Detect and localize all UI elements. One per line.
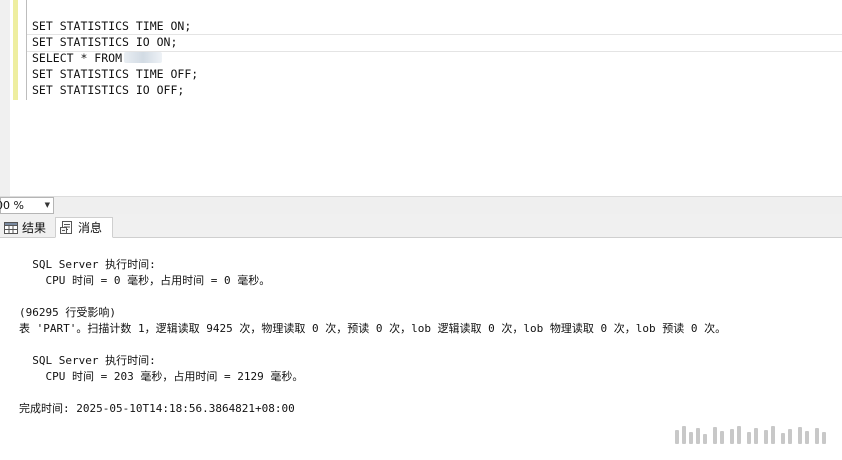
message-line: CPU 时间 = 203 毫秒，占用时间 = 2129 毫秒。 (19, 370, 304, 383)
chevron-down-icon[interactable]: ▼ (45, 199, 50, 212)
tab-label: 消息 (78, 221, 103, 235)
grid-icon (4, 221, 18, 234)
watermark-logo (675, 426, 826, 444)
tab-results[interactable]: 结果 (0, 217, 54, 238)
messages-text: SQL Server 执行时间: CPU 时间 = 0 毫秒，占用时间 = 0 … (19, 257, 726, 417)
query-editor[interactable]: SET STATISTICS TIME ON; SET STATISTICS I… (0, 0, 842, 196)
code-line-text: SELECT * FROM (32, 51, 123, 65)
redacted-table-name (124, 52, 163, 63)
zoom-bar: 00 % ▼ (0, 196, 842, 214)
code-text[interactable]: SET STATISTICS TIME ON; SET STATISTICS I… (32, 18, 198, 98)
message-line (19, 289, 726, 305)
message-line: SQL Server 执行时间: (19, 354, 156, 367)
code-line[interactable]: SET STATISTICS IO ON; (32, 34, 198, 50)
message-line (19, 337, 726, 353)
change-tracking-bar (13, 0, 18, 100)
zoom-value: 00 % (0, 199, 24, 212)
message-line: 完成时间: 2025-05-10T14:18:56.3864821+08:00 (19, 402, 295, 415)
code-line[interactable]: SET STATISTICS IO OFF; (32, 82, 198, 98)
code-line[interactable]: SELECT * FROM (32, 50, 198, 66)
message-line: SQL Server 执行时间: (19, 258, 156, 271)
tab-messages[interactable]: 消息 (55, 217, 113, 238)
message-line (19, 385, 726, 401)
message-line: 表 'PART'。扫描计数 1，逻辑读取 9425 次，物理读取 0 次，预读 … (19, 322, 727, 335)
results-tab-strip: 结果 消息 (0, 214, 842, 238)
editor-margin (0, 0, 10, 196)
zoom-dropdown[interactable]: 00 % ▼ (0, 197, 54, 214)
code-line[interactable]: SET STATISTICS TIME OFF; (32, 66, 198, 82)
code-line[interactable]: SET STATISTICS TIME ON; (32, 18, 198, 34)
message-line: (96295 行受影响) (19, 306, 116, 319)
message-line: CPU 时间 = 0 毫秒，占用时间 = 0 毫秒。 (19, 274, 271, 287)
message-icon (60, 220, 72, 234)
tab-label: 结果 (22, 221, 47, 235)
